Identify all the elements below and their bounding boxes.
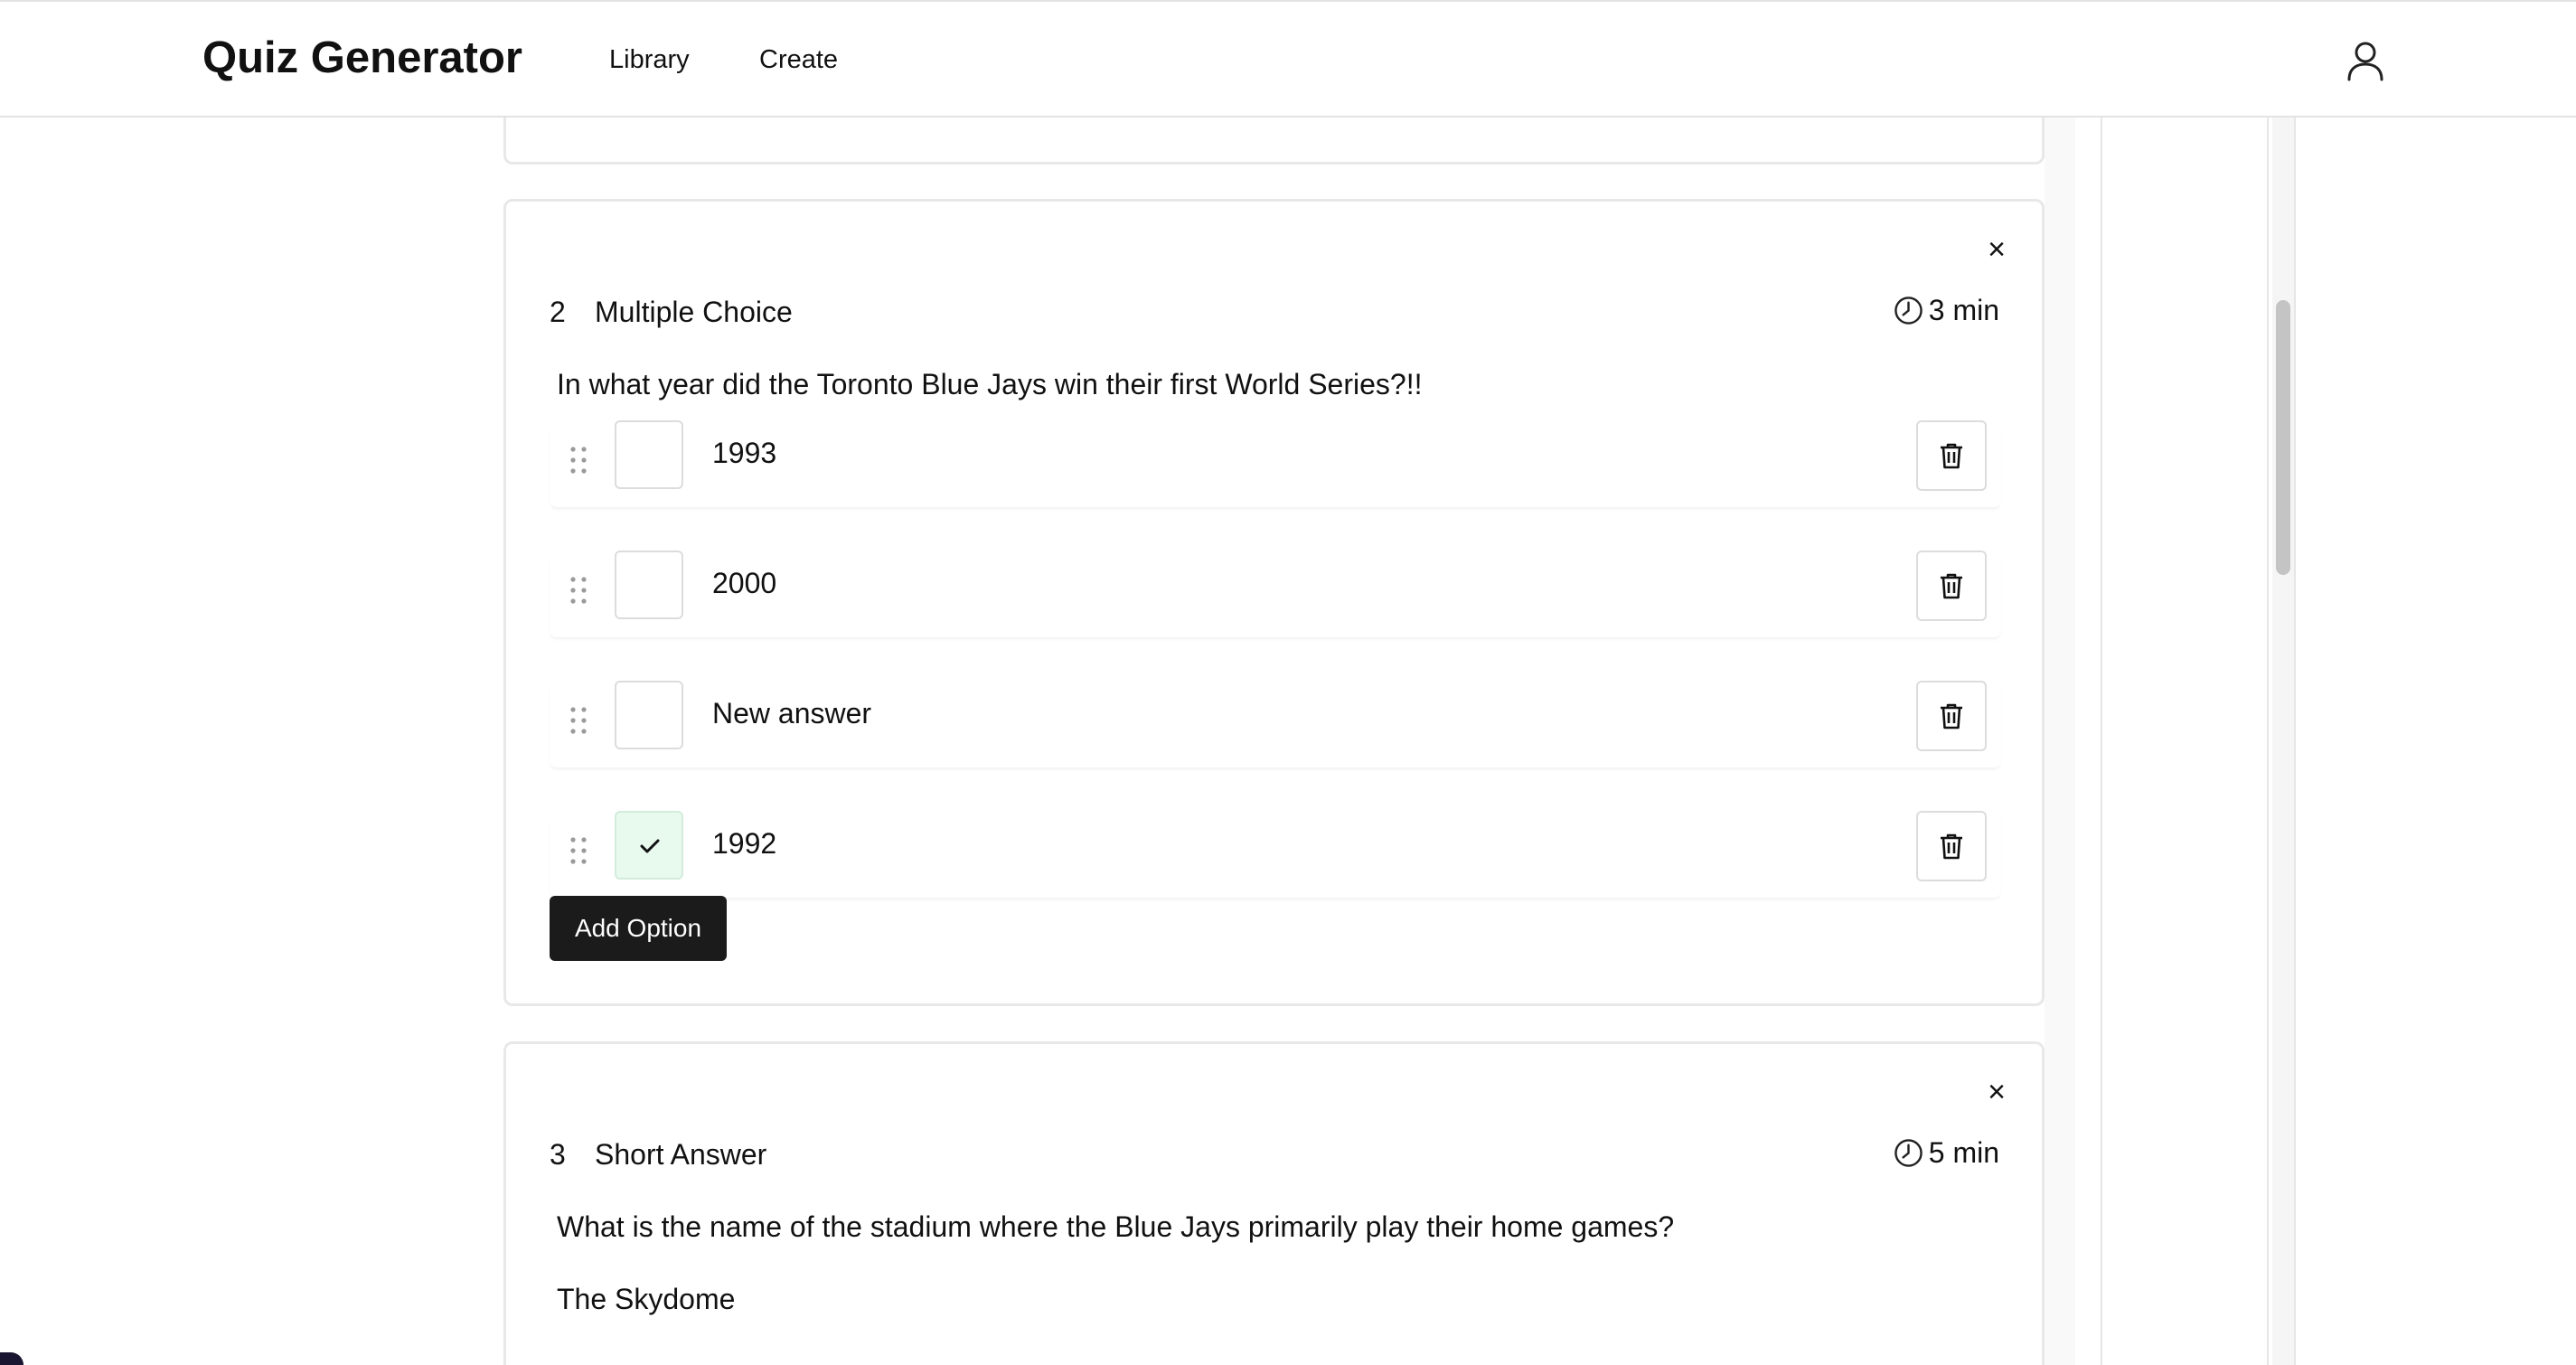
answer-option: 1993 <box>550 420 2001 507</box>
drag-handle-icon[interactable] <box>569 576 588 605</box>
short-answer-text[interactable]: The Skydome <box>557 1283 735 1316</box>
option-label[interactable]: 2000 <box>712 567 776 600</box>
question-type[interactable]: Short Answer <box>595 1138 766 1172</box>
question-card: × 2 Multiple Choice 3 min In what year d… <box>503 199 2045 1006</box>
app-title[interactable]: Quiz Generator <box>202 33 522 83</box>
clock-icon <box>1894 1139 1923 1167</box>
question-time[interactable]: 3 min <box>1894 294 1999 327</box>
option-label[interactable]: 1992 <box>712 827 776 861</box>
delete-option-button[interactable] <box>1916 811 1987 881</box>
question-number: 3 <box>550 1138 566 1171</box>
nav-library-link[interactable]: Library <box>609 45 690 75</box>
time-label: 3 min <box>1928 294 1999 326</box>
delete-option-button[interactable] <box>1916 420 1987 491</box>
delete-option-button[interactable] <box>1916 681 1987 751</box>
question-number: 2 <box>550 296 566 328</box>
delete-option-button[interactable] <box>1916 551 1987 621</box>
column-divider <box>2045 118 2075 1365</box>
scrollbar-thumb[interactable] <box>2276 300 2290 575</box>
top-navigation-bar: Quiz Generator Library Create <box>0 0 2576 118</box>
nav-create-link[interactable]: Create <box>759 45 838 75</box>
time-label: 5 min <box>1928 1136 1999 1169</box>
trash-icon <box>1941 833 1962 860</box>
question-time[interactable]: 5 min <box>1894 1136 1999 1170</box>
correct-answer-checkbox[interactable] <box>615 551 683 619</box>
question-text[interactable]: What is the name of the stadium where th… <box>557 1210 1674 1244</box>
right-panel <box>2294 118 2576 1365</box>
drag-handle-icon[interactable] <box>569 706 588 735</box>
question-type[interactable]: Multiple Choice <box>595 296 793 329</box>
close-question-button[interactable]: × <box>1988 234 2006 265</box>
option-label[interactable]: New answer <box>712 697 871 730</box>
checkmark-icon <box>640 839 660 853</box>
correct-answer-checkbox[interactable] <box>615 811 683 880</box>
side-panel <box>2101 118 2269 1365</box>
trash-icon <box>1941 573 1962 599</box>
question-card: × 3 Short Answer 5 min What is the name … <box>503 1041 2045 1365</box>
option-label[interactable]: 1993 <box>712 437 776 470</box>
user-icon[interactable] <box>2346 40 2384 81</box>
close-question-button[interactable]: × <box>1988 1077 2006 1107</box>
answer-option: 1992 <box>550 811 2001 898</box>
drag-handle-icon[interactable] <box>569 836 588 865</box>
answer-option: 2000 <box>550 551 2001 637</box>
window-corner <box>0 1352 24 1365</box>
answer-option: New answer <box>550 681 2001 767</box>
clock-icon <box>1894 297 1923 325</box>
trash-icon <box>1941 703 1962 730</box>
correct-answer-checkbox[interactable] <box>615 420 683 489</box>
question-text[interactable]: In what year did the Toronto Blue Jays w… <box>557 368 1422 401</box>
drag-handle-icon[interactable] <box>569 446 588 475</box>
trash-icon <box>1941 443 1962 469</box>
add-option-button[interactable]: Add Option <box>550 896 727 961</box>
correct-answer-checkbox[interactable] <box>615 681 683 749</box>
